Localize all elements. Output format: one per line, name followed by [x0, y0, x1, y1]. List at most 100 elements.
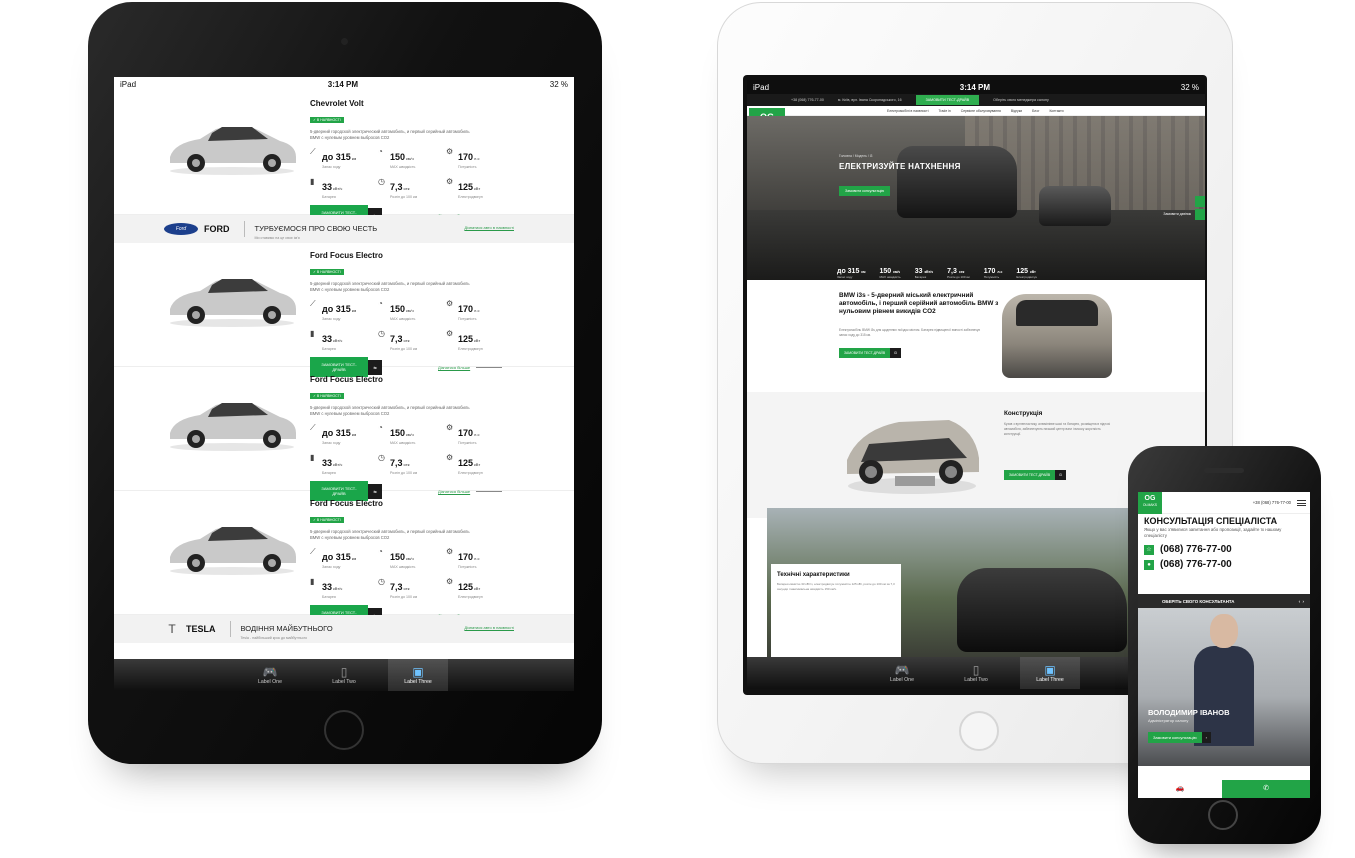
- spec-label: Батарея: [322, 471, 336, 475]
- hero-spec: 33 кВт/ч Батарея: [915, 268, 933, 279]
- call-request-link[interactable]: Замовити дзвінок: [1163, 212, 1191, 216]
- model-button[interactable]: i3: [1055, 470, 1066, 480]
- car-name[interactable]: Chevrolet Volt: [310, 99, 510, 108]
- chat-icon[interactable]: [1195, 196, 1205, 207]
- nav-item[interactable]: Trade in: [938, 109, 950, 113]
- spec-power: ⚙ 170л.с Потужність: [446, 147, 510, 169]
- breadcrumb[interactable]: Головна / Модель / i3: [839, 154, 872, 158]
- spec-value: до 315: [837, 268, 860, 275]
- tab-label-three[interactable]: ▣ Label Three: [1020, 657, 1080, 689]
- chevron-left-icon[interactable]: ‹: [1299, 599, 1300, 604]
- gamepad-icon: 🎮: [894, 663, 910, 677]
- consult-button[interactable]: Замовити консультацію: [1148, 732, 1202, 743]
- car-info: Ford Focus Electro ✓ В НАЯВНОСТІ 5-дверний…: [310, 499, 510, 625]
- nav-item[interactable]: Електромобілі в наявності: [887, 109, 928, 113]
- person-body: [1194, 646, 1254, 746]
- spec-battery: ▮ 33кВт/ч Батарея: [310, 453, 378, 475]
- site-logo[interactable]: OG OLMAKS: [1138, 492, 1162, 514]
- spec-grid: ⟋ до 315км Запас ходу ◔ 150км/ч MAX швидкість…: [310, 147, 510, 199]
- car-description: 5-дверний городской электрический автомо…: [310, 405, 470, 416]
- car-name[interactable]: Ford Focus Electro: [310, 499, 510, 508]
- nav-item[interactable]: Контакти: [1049, 109, 1063, 113]
- front-camera: [341, 38, 348, 45]
- hero-title: ЕЛЕКТРИЗУЙТЕ НАТХНЕННЯ: [839, 162, 961, 171]
- road-icon: ⟋: [310, 299, 316, 308]
- lifecell-icon: ●: [1144, 559, 1154, 570]
- brand-name[interactable]: TESLA: [186, 624, 216, 634]
- phone-bottom-bar: 🚗 ✆: [1138, 780, 1310, 798]
- topbar-note[interactable]: Оберіть свого менеджера салону: [993, 98, 1049, 102]
- spec-unit: кВт: [474, 462, 481, 467]
- brand-name[interactable]: FORD: [204, 224, 230, 234]
- hero-spec: 125 кВт Електродвигун: [1016, 268, 1037, 279]
- spec-battery: ▮ 33кВт/ч Батарея: [310, 577, 378, 599]
- windshield: [1016, 300, 1098, 326]
- nav-item[interactable]: Відгуки: [1011, 109, 1022, 113]
- road-icon: ⟋: [310, 547, 316, 556]
- tech-card: Технічні характеристики Батарея ємністю …: [771, 564, 901, 658]
- car-image: [164, 397, 300, 451]
- nav-item[interactable]: Блог: [1032, 109, 1039, 113]
- tab-label-three[interactable]: ▣ Label Three: [388, 659, 448, 691]
- spec-unit: л.с: [474, 432, 480, 437]
- brand-stock-link[interactable]: Дізнатися авто в наявності: [464, 225, 514, 230]
- chevron-right-icon[interactable]: ›: [1303, 599, 1304, 604]
- chevron-right-icon[interactable]: ›: [1201, 732, 1211, 743]
- topbar-testdrive-button[interactable]: ЗАМОВИТИ ТЕСТ-ДРАЙВ: [915, 95, 980, 105]
- engine-icon: ⚙: [446, 299, 454, 308]
- car-listing: Chevrolet Volt ✓ В НАЯВНОСТІ 5-дверний гор…: [114, 91, 574, 643]
- tab-label: Label One: [890, 677, 914, 683]
- status-bar: iPad 3:14 PM 32 %: [747, 80, 1205, 94]
- car-card: Ford Focus Electro ✓ В НАЯВНОСТІ 5-дверний…: [114, 491, 574, 625]
- spec-accel: ◷ 7,3сек Розгін до 100 км: [378, 329, 446, 351]
- intro-section: BMW i3s - 5-дверний міський електричний …: [747, 280, 1205, 392]
- spec-value: до 315: [322, 428, 351, 438]
- topbar-phone[interactable]: +38 (068) 776-77-00: [791, 98, 824, 102]
- brand-slogan: ТУРБУЄМОСЯ ПРО СВОЮ ЧЕСТЬ: [254, 224, 378, 233]
- car-name[interactable]: Ford Focus Electro: [310, 251, 510, 260]
- spec-unit: км: [861, 270, 866, 274]
- hero-banner: Головна / Модель / i3 ЕЛЕКТРИЗУЙТЕ НАТХН…: [747, 116, 1205, 280]
- spec-label: Потужність: [458, 165, 477, 169]
- spec-unit: кВт: [474, 338, 481, 343]
- tab-label-two[interactable]: ▯ Label Two: [314, 659, 374, 691]
- home-button[interactable]: [324, 710, 364, 750]
- phone-header: OG OLMAKS +38 (068) 776-77-00: [1138, 492, 1310, 514]
- car-icon[interactable]: 🚗: [1138, 780, 1222, 798]
- phone-call-icon[interactable]: ✆: [1222, 780, 1310, 798]
- home-button[interactable]: [1208, 800, 1238, 830]
- hero-consult-button[interactable]: Замовити консультацію: [839, 186, 891, 196]
- brand-slogan: ВОДІННЯ МАЙБУТНЬОГО: [240, 624, 333, 633]
- home-button[interactable]: [959, 711, 999, 751]
- battery-icon: ▮: [310, 177, 315, 186]
- car-chassis-image: [847, 420, 979, 494]
- tab-label-one[interactable]: 🎮 Label One: [240, 659, 300, 691]
- spec-value: до 315: [322, 152, 351, 162]
- spec-motor: ⚙ 125кВт Електродвигун: [446, 577, 510, 599]
- logo-mark: OG: [1144, 494, 1156, 502]
- testdrive-button[interactable]: ЗАМОВИТИ ТЕСТ-ДРАЙВ: [1004, 470, 1056, 480]
- menu-icon[interactable]: [1297, 499, 1306, 506]
- car-name[interactable]: Ford Focus Electro: [310, 375, 510, 384]
- testdrive-button[interactable]: ЗАМОВИТИ ТЕСТ-ДРАЙВ: [839, 348, 891, 358]
- car-info: Ford Focus Electro ✓ В НАЯВНОСТІ 5-дверний…: [310, 375, 510, 501]
- phone-row[interactable]: ● (068) 776-77-00: [1138, 557, 1310, 572]
- phone-number[interactable]: (068) 776-77-00: [1160, 544, 1232, 555]
- iphone-device: OG OLMAKS +38 (068) 776-77-00 КОНСУЛЬТАЦ…: [1128, 446, 1321, 844]
- nav-item[interactable]: Сервісне обслуговування: [961, 109, 1001, 113]
- spec-label: Електродвигун: [458, 471, 483, 475]
- brand-stock-link[interactable]: Дізнатися авто в наявності: [464, 625, 514, 630]
- header-phone[interactable]: +38 (068) 776-77-00: [1253, 500, 1291, 505]
- model-button[interactable]: i3: [890, 348, 901, 358]
- phone-number[interactable]: (068) 776-77-00: [1160, 559, 1232, 570]
- stopwatch-icon: ◷: [378, 177, 385, 186]
- phone-icon[interactable]: [1195, 209, 1205, 220]
- phone-device-icon: ▯: [972, 663, 980, 677]
- tab-label-two[interactable]: ▯ Label Two: [946, 657, 1006, 689]
- tab-label-one[interactable]: 🎮 Label One: [872, 657, 932, 689]
- spec-value: 150: [390, 304, 406, 314]
- consultant-photo: [1194, 614, 1254, 746]
- spec-battery: ▮ 33кВт/ч Батарея: [310, 329, 378, 351]
- consultant-header: ОБЕРІТЬ СВОГО КОНСУЛЬТАНТА ‹ ›: [1138, 594, 1310, 608]
- phone-row[interactable]: ☆ (068) 776-77-00: [1138, 542, 1310, 557]
